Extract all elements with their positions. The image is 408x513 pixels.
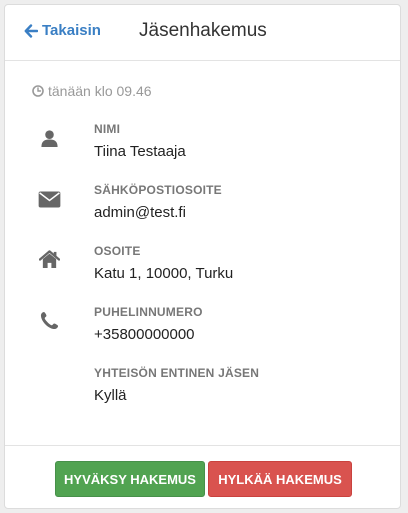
back-link[interactable]: Takaisin: [24, 21, 101, 41]
reject-application-button[interactable]: HYLKÄÄ HAKEMUS: [208, 461, 352, 497]
back-link-label: Takaisin: [42, 22, 101, 39]
field-label: SÄHKÖPOSTIOSOITE: [94, 183, 222, 197]
arrow-left-icon: [24, 24, 38, 38]
home-icon: [35, 246, 63, 272]
user-icon: [35, 125, 63, 151]
clock-icon: [32, 85, 44, 97]
field-label: YHTEISÖN ENTINEN JÄSEN: [94, 366, 260, 380]
submitted-timestamp: tänään klo 09.46: [32, 82, 152, 100]
timestamp-text: tänään klo 09.46: [48, 83, 152, 99]
field-label: OSOITE: [94, 244, 141, 258]
field-value: admin@test.fi: [94, 204, 186, 221]
field-value: Kyllä: [94, 387, 127, 404]
panel-header: Takaisin Jäsenhakemus: [5, 5, 400, 61]
field-label: NIMI: [94, 122, 121, 136]
field-label: PUHELINNUMERO: [94, 305, 203, 319]
field-value: +35800000000: [94, 326, 195, 343]
field-value: Tiina Testaaja: [94, 143, 186, 160]
field-value: Katu 1, 10000, Turku: [94, 265, 234, 282]
membership-application-panel: Takaisin Jäsenhakemus tänään klo 09.46 N…: [4, 4, 401, 509]
approve-application-button[interactable]: HYVÄKSY HAKEMUS: [55, 461, 205, 497]
envelope-icon: [35, 186, 63, 212]
phone-icon: [35, 307, 63, 333]
action-footer: HYVÄKSY HAKEMUS HYLKÄÄ HAKEMUS: [5, 445, 400, 508]
page-title: Jäsenhakemus: [139, 20, 267, 41]
